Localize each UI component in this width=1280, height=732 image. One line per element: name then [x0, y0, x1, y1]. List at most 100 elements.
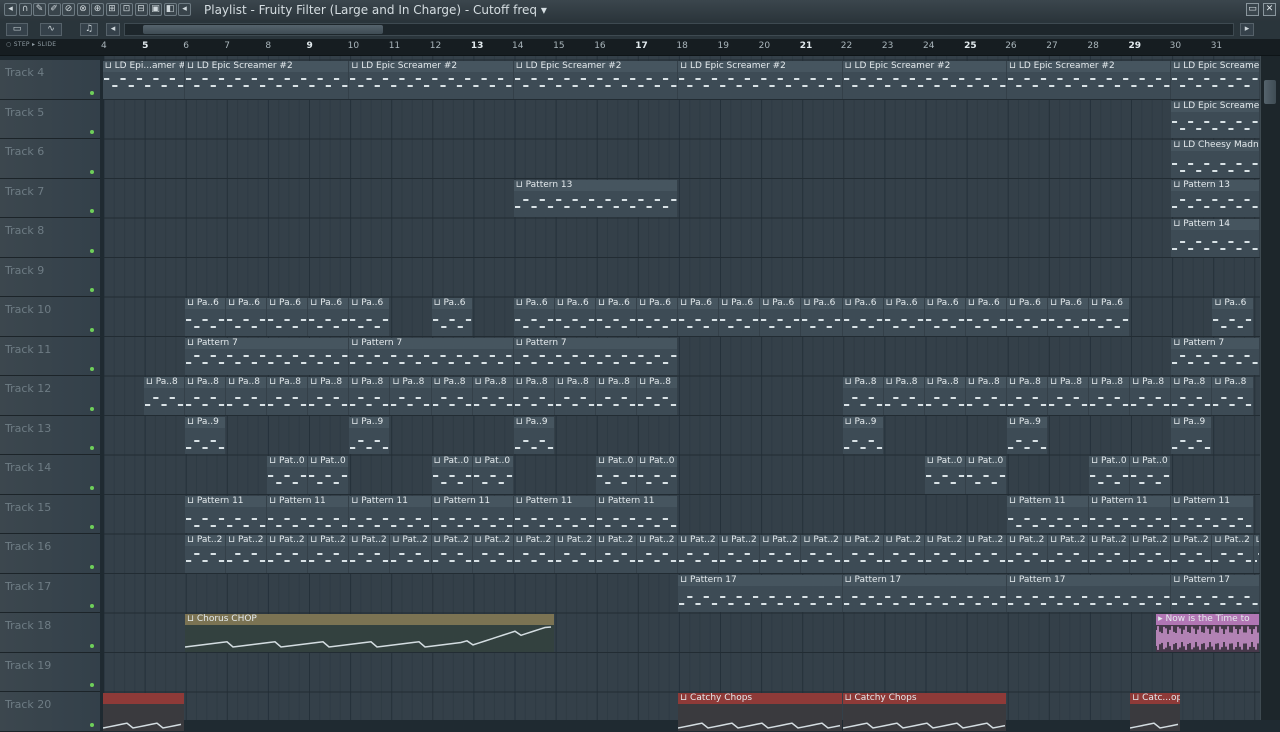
pattern-clip[interactable]: ⊔ Pattern 17	[842, 574, 1006, 612]
pattern-clip[interactable]: ⊔ LD Epic Screamer #2	[513, 61, 678, 99]
speaker-icon[interactable]: ◧	[163, 3, 177, 16]
pattern-clip[interactable]: ⊔ Pat..2	[431, 535, 472, 573]
ruler-bar-10[interactable]: 10	[348, 41, 359, 51]
audio-clip[interactable]: ⊔ Catchy Chops	[842, 693, 1006, 731]
ruler-bar-4[interactable]: 4	[101, 41, 107, 51]
pattern-clip[interactable]: ⊔ Pat..2	[801, 535, 842, 573]
pattern-clip[interactable]: ⊔ Pat..2	[267, 535, 308, 573]
menu-arrow-icon[interactable]: ◂	[4, 3, 17, 16]
pattern-clip[interactable]: ⊔ Pa..6	[1048, 298, 1089, 336]
track-header[interactable]: Track 11	[0, 336, 100, 376]
track-header[interactable]: Track 6	[0, 139, 100, 179]
pattern-clip[interactable]: ⊔ Pat..0	[308, 456, 349, 494]
pattern-clip[interactable]: ⊔ Pa..8	[554, 377, 595, 415]
pattern-clip[interactable]: ⊔ Pat..2	[965, 535, 1006, 573]
pattern-clip[interactable]: ⊔ Pa..6	[965, 298, 1006, 336]
pattern-clip[interactable]: ⊔ Pa..9	[349, 416, 390, 454]
track-active-led[interactable]	[90, 406, 94, 411]
pattern-clip[interactable]: ⊔ Pattern 7	[1171, 337, 1259, 375]
horizontal-scroll-thumb[interactable]	[143, 25, 383, 34]
audio-clip[interactable]: ▸ Now is the Time to	[1156, 614, 1259, 652]
pattern-clip[interactable]: ⊔ Pa..8	[924, 377, 965, 415]
pattern-clip[interactable]: ⊔ Pa..8	[143, 377, 184, 415]
pattern-clip[interactable]: ⊔ Pat..2	[924, 535, 965, 573]
pattern-clip[interactable]: ⊔ Pattern 11	[267, 495, 349, 533]
track-active-led[interactable]	[90, 525, 94, 529]
pattern-clip[interactable]: ⊔ Pattern 13	[1171, 179, 1259, 217]
ruler-bar-16[interactable]: 16	[594, 41, 605, 51]
ruler-bar-9[interactable]: 9	[307, 41, 313, 51]
pattern-clip[interactable]: ⊔ Pa..8	[1089, 377, 1130, 415]
pattern-clip[interactable]: ⊔ Pa..6	[1089, 298, 1130, 336]
ruler-bar-23[interactable]: 23	[882, 41, 893, 51]
track-active-led[interactable]	[90, 485, 94, 490]
pattern-clip[interactable]: ⊔ Pat..2	[842, 535, 883, 573]
delete-icon[interactable]: ⊘	[62, 3, 75, 16]
pattern-clip[interactable]: ⊔ Pat..0	[924, 456, 965, 494]
pattern-clip[interactable]: ⊔ LD Epic Screamer #2	[184, 61, 349, 99]
pattern-clip[interactable]: ⊔ Pat..2	[678, 535, 719, 573]
ruler-bar-11[interactable]: 11	[389, 41, 400, 51]
track-header[interactable]: Track 8	[0, 218, 100, 258]
track-active-led[interactable]	[90, 446, 94, 450]
slip-icon[interactable]: ⊕	[91, 3, 104, 16]
ruler-bar-28[interactable]: 28	[1087, 41, 1098, 51]
pattern-clip[interactable]: ⊔ Pat..2	[1048, 535, 1089, 573]
track-active-led[interactable]	[90, 90, 94, 95]
pattern-clip[interactable]: ⊔ Pat..2	[1089, 535, 1130, 573]
pattern-clip[interactable]: ⊔ Pat..2	[1130, 535, 1171, 573]
audio-clip[interactable]	[102, 693, 184, 731]
pattern-clip[interactable]: ⊔ Pa..8	[1006, 377, 1048, 415]
timeline-ruler[interactable]: ○ STEP ▸ SLIDE 4 5 6 7 8 9 10 11 12 13 14 15 16 17 18 1…	[0, 39, 1280, 56]
pattern-clip[interactable]: ⊔ Pat..0	[637, 456, 678, 494]
pattern-clip[interactable]: ⊔ Pattern 14	[1171, 219, 1259, 257]
pattern-clip[interactable]: ⊔ Pa..8	[226, 377, 267, 415]
pattern-clip[interactable]: ⊔ Pa..6	[267, 298, 308, 336]
track-header[interactable]: Track 10	[0, 297, 100, 337]
mute-icon[interactable]: ⊗	[76, 3, 90, 16]
track-active-led[interactable]	[90, 367, 94, 371]
pattern-clip[interactable]: ⊔ Pa..6	[308, 298, 349, 336]
pattern-clip[interactable]: ⊔ Pa..6	[349, 298, 390, 336]
pattern-clip[interactable]: ⊔ Pa..8	[267, 377, 308, 415]
pattern-clip[interactable]: ⊔ Pa..6	[554, 298, 595, 336]
pattern-clip[interactable]: ⊔ Pattern 11	[595, 495, 678, 533]
pattern-clip[interactable]: ⊔ Pat..0	[965, 456, 1006, 494]
pattern-clip[interactable]: ⊔ Pattern 13	[513, 179, 678, 217]
pattern-clip[interactable]: ⊔ Pa..8	[349, 377, 390, 415]
pattern-clip[interactable]: ⊔ Pattern 11	[1089, 495, 1171, 533]
curve-mode-button[interactable]: ∿	[40, 23, 62, 36]
track-active-led[interactable]	[90, 169, 94, 174]
magnet-icon[interactable]: ∩	[18, 3, 32, 16]
ruler-bar-21[interactable]: 21	[800, 41, 813, 51]
pattern-mode-button[interactable]: ▭	[6, 23, 28, 36]
pattern-clip[interactable]: ⊔ Pa..6	[431, 298, 472, 336]
pattern-clip[interactable]: ⊔ Pa..6	[883, 298, 924, 336]
playback-icon[interactable]: ▣	[149, 3, 162, 16]
pattern-clip[interactable]: ⊔ Pa..8	[1130, 377, 1171, 415]
audio-clip[interactable]: ⊔ Catchy Chops	[678, 693, 842, 731]
ruler-bar-24[interactable]: 24	[923, 41, 934, 51]
track-active-led[interactable]	[90, 722, 94, 727]
track-header[interactable]: Track 12	[0, 376, 100, 416]
ruler-bar-17[interactable]: 17	[635, 41, 648, 51]
pattern-clip[interactable]: ⊔ Pat..2	[719, 535, 760, 573]
pattern-clip[interactable]: ⊔ Pat..2	[760, 535, 801, 573]
pattern-clip[interactable]: ⊔ LD Epic Screamer #2	[1006, 61, 1171, 99]
ruler-bar-27[interactable]: 27	[1046, 41, 1057, 51]
pattern-clip[interactable]: ⊔ Pa..6	[226, 298, 267, 336]
ruler-bar-12[interactable]: 12	[430, 41, 441, 51]
ruler-bar-13[interactable]: 13	[471, 41, 484, 51]
arrangement-grid[interactable]: ⊔ LD Epi...amer #2 ⊔ LD Epic Screamer #2 ⊔…	[102, 56, 1260, 731]
track-header[interactable]: Track 19	[0, 652, 100, 692]
pattern-clip[interactable]: ⊔ Pat..2	[1006, 535, 1048, 573]
pattern-clip[interactable]: ⊔ Pa..9	[1006, 416, 1048, 454]
pattern-clip[interactable]: ⊔ Pa..6	[637, 298, 678, 336]
pattern-clip[interactable]: ⊔ Pat..0	[1089, 456, 1130, 494]
audio-clip[interactable]: ⊔ Catc...ops	[1130, 693, 1180, 731]
pattern-clip[interactable]: ⊔ Pa..6	[513, 298, 554, 336]
track-header[interactable]: Track 4	[0, 60, 100, 100]
pattern-clip[interactable]: ⊔ Pa..9	[1171, 416, 1212, 454]
pattern-clip[interactable]: ⊔ Pa..8	[1048, 377, 1089, 415]
pattern-clip[interactable]: ⊔ Pa..6	[1212, 298, 1253, 336]
